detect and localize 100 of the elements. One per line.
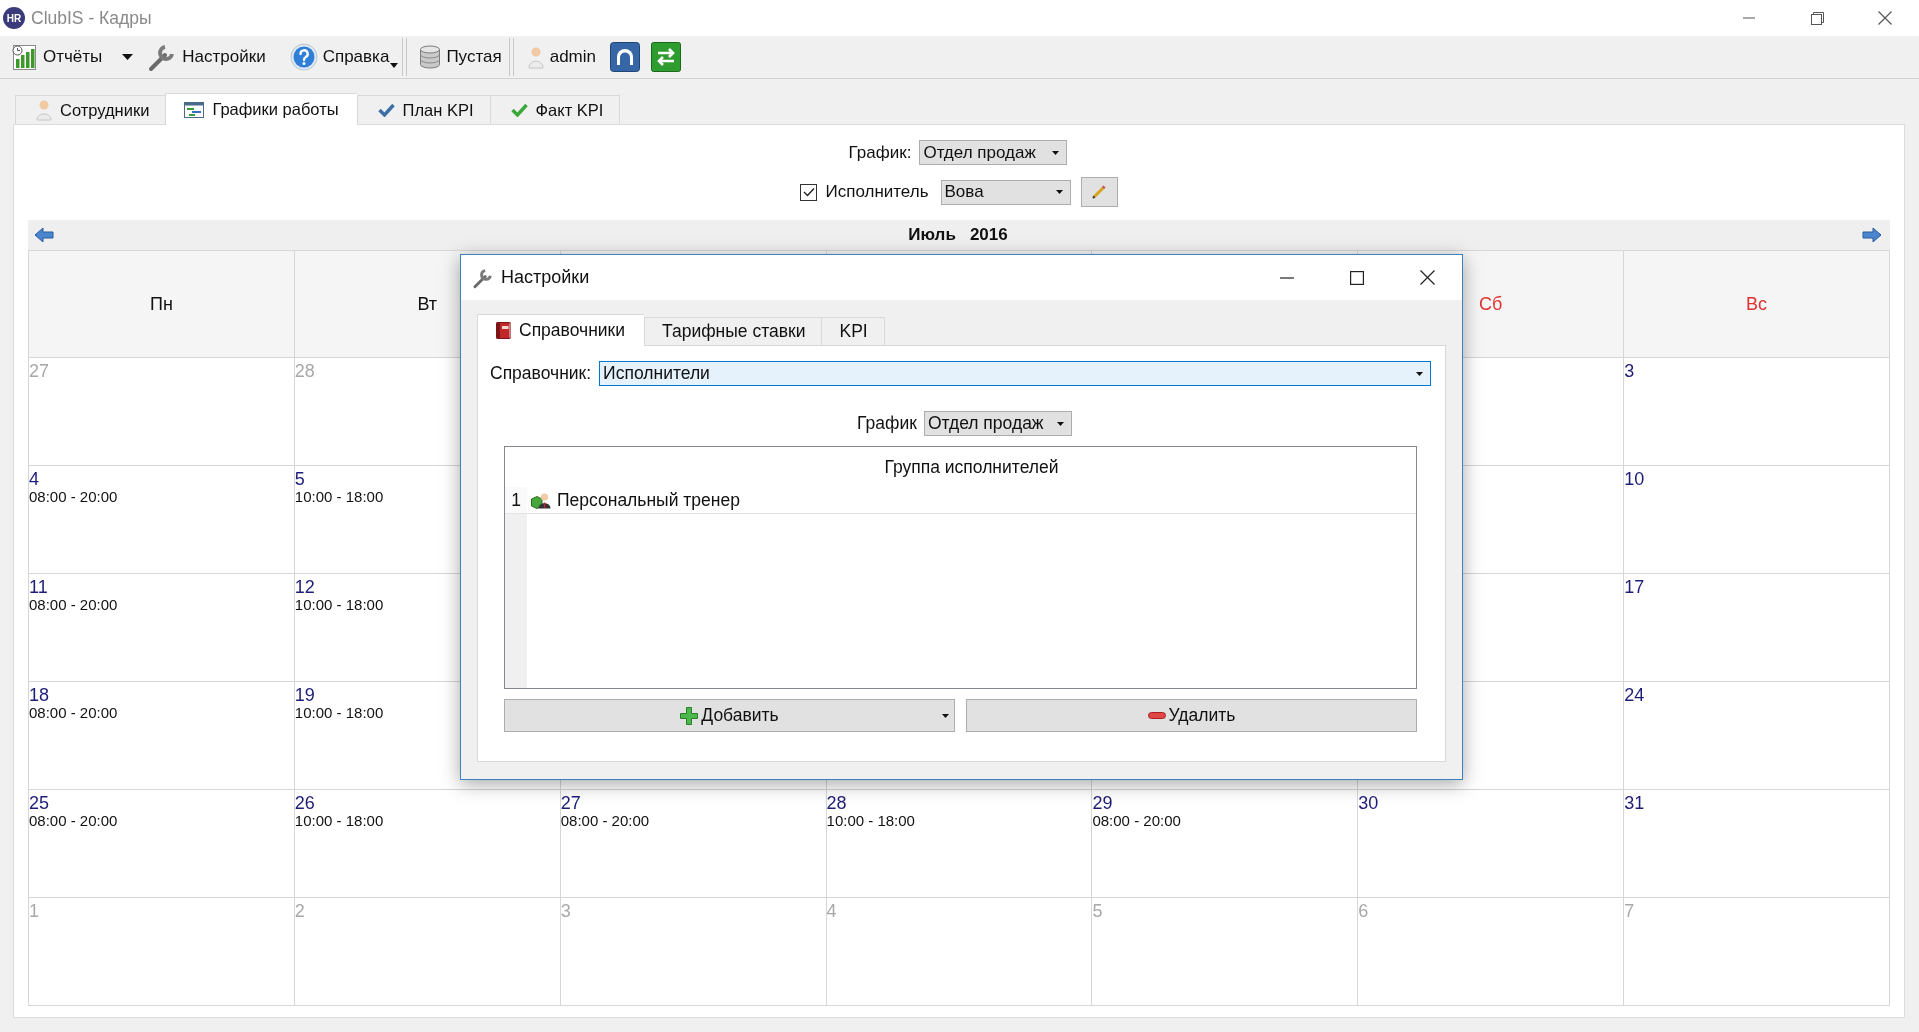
day-number: 28 bbox=[294, 362, 315, 381]
shift-time: 10:00 - 18:00 bbox=[826, 813, 915, 829]
shift-time: 10:00 - 18:00 bbox=[294, 705, 384, 721]
day-number: 3 bbox=[1624, 362, 1635, 381]
arrows-icon[interactable] bbox=[651, 42, 681, 72]
day-number: 30 bbox=[1358, 794, 1379, 813]
checkbox-label: Исполнитель bbox=[825, 182, 929, 202]
add-button[interactable]: Добавить bbox=[504, 699, 955, 732]
app-logo: HR bbox=[3, 7, 25, 29]
day-number: 17 bbox=[1624, 578, 1645, 597]
help-button[interactable]: Справка bbox=[285, 39, 400, 75]
day-cell[interactable]: 27 08:00 - 20:00 bbox=[560, 790, 827, 898]
shift-time: 08:00 - 20:00 bbox=[29, 813, 118, 829]
user-name: admin bbox=[549, 47, 596, 67]
window-title: ClubIS - Кадры bbox=[31, 7, 152, 29]
day-cell[interactable]: 25 08:00 - 20:00 bbox=[29, 790, 295, 898]
tab[interactable]: Справочники bbox=[477, 314, 645, 346]
bar-chart-icon bbox=[10, 43, 38, 71]
day-number: 6 bbox=[1358, 902, 1369, 921]
day-number: 7 bbox=[1624, 902, 1635, 921]
dropdown[interactable]: Исполнители bbox=[599, 361, 1431, 386]
tab[interactable]: Графики работы bbox=[165, 93, 357, 125]
close-icon[interactable] bbox=[1878, 11, 1892, 25]
shift-time: 08:00 - 20:00 bbox=[29, 705, 118, 721]
caret-icon bbox=[390, 63, 399, 68]
day-number: 28 bbox=[826, 794, 847, 813]
shift-time: 08:00 - 20:00 bbox=[560, 813, 650, 829]
day-cell[interactable]: 3 bbox=[1624, 358, 1890, 466]
day-number: 2 bbox=[294, 902, 305, 921]
arrow-right-icon[interactable] bbox=[1862, 227, 1882, 243]
weekday-label: Пн bbox=[149, 293, 173, 315]
day-cell[interactable]: 31 bbox=[1624, 790, 1890, 898]
field-label: График: bbox=[848, 142, 912, 163]
arrow-left-icon[interactable] bbox=[34, 227, 54, 243]
checkmark-icon bbox=[377, 103, 395, 117]
day-number: 5 bbox=[294, 470, 305, 489]
plus-icon bbox=[680, 706, 699, 725]
day-number: 26 bbox=[294, 794, 315, 813]
dropdown[interactable]: Отдел продаж bbox=[923, 411, 1072, 436]
person-icon bbox=[36, 99, 52, 121]
weekday-label: Сб bbox=[1479, 293, 1503, 315]
day-cell[interactable]: 26 10:00 - 18:00 bbox=[294, 790, 561, 898]
maximize-icon[interactable] bbox=[1350, 270, 1364, 285]
dropdown[interactable]: Отдел продаж bbox=[919, 140, 1068, 165]
month-label: Июль bbox=[908, 225, 956, 245]
tab[interactable]: Сотрудники bbox=[15, 95, 166, 124]
book-icon bbox=[496, 322, 511, 339]
dialog-title: Настройки bbox=[501, 267, 590, 288]
day-number: 3 bbox=[560, 902, 571, 921]
day-number: 12 bbox=[294, 578, 315, 597]
delete-button[interactable]: Удалить bbox=[966, 699, 1417, 732]
caret-icon bbox=[1055, 190, 1063, 194]
user-icon bbox=[527, 45, 544, 69]
caret-icon[interactable] bbox=[942, 714, 949, 718]
day-cell[interactable]: 18 08:00 - 20:00 bbox=[29, 682, 295, 790]
day-number: 1 bbox=[29, 902, 39, 921]
day-number: 25 bbox=[29, 794, 50, 813]
day-number: 5 bbox=[1092, 902, 1103, 921]
tab[interactable]: План KPI bbox=[356, 95, 490, 124]
day-number: 19 bbox=[294, 686, 315, 705]
column-header: Группа исполнителей bbox=[884, 456, 1059, 478]
checkmark-icon bbox=[510, 103, 528, 117]
tab[interactable]: Тарифные ставки bbox=[644, 317, 822, 345]
wrench-icon bbox=[472, 266, 494, 289]
restore-icon[interactable] bbox=[1810, 11, 1824, 25]
person-icon bbox=[531, 491, 551, 509]
checkbox[interactable] bbox=[800, 183, 818, 201]
database-icon bbox=[419, 45, 442, 69]
day-cell[interactable]: 24 bbox=[1624, 682, 1890, 790]
pencil-icon bbox=[1092, 185, 1107, 199]
day-number: 10 bbox=[1624, 470, 1645, 489]
arch-icon[interactable] bbox=[610, 42, 640, 72]
caret-icon bbox=[1052, 150, 1060, 155]
weekday-label: Вс bbox=[1746, 293, 1768, 315]
shift-time: 10:00 - 18:00 bbox=[294, 597, 384, 613]
database-button[interactable]: Пустая bbox=[415, 39, 506, 75]
day-number: 29 bbox=[1092, 794, 1113, 813]
minimize-icon[interactable] bbox=[1280, 276, 1294, 279]
day-cell[interactable]: 28 10:00 - 18:00 bbox=[826, 790, 1093, 898]
day-number: 4 bbox=[826, 902, 837, 921]
tab[interactable]: Факт KPI bbox=[489, 95, 621, 124]
caret-icon[interactable] bbox=[122, 54, 134, 60]
tab[interactable]: KPI bbox=[821, 317, 885, 345]
dropdown[interactable]: Вова bbox=[940, 179, 1071, 205]
close-icon[interactable] bbox=[1419, 270, 1435, 285]
day-number: 4 bbox=[29, 470, 39, 489]
settings-button[interactable]: Настройки bbox=[143, 39, 270, 75]
day-cell[interactable]: 17 bbox=[1624, 574, 1890, 682]
day-number: 31 bbox=[1624, 794, 1645, 813]
day-number: 18 bbox=[29, 686, 50, 705]
field-label: График bbox=[857, 413, 917, 434]
day-cell[interactable]: 29 08:00 - 20:00 bbox=[1092, 790, 1359, 898]
day-cell[interactable]: 11 08:00 - 20:00 bbox=[29, 574, 295, 682]
reports-button[interactable]: Отчёты bbox=[6, 39, 107, 75]
day-cell[interactable]: 30 bbox=[1358, 790, 1625, 898]
shift-time: 10:00 - 18:00 bbox=[294, 813, 384, 829]
day-cell[interactable]: 10 bbox=[1624, 466, 1890, 574]
minus-icon bbox=[1147, 712, 1166, 719]
day-cell[interactable]: 4 08:00 - 20:00 bbox=[29, 466, 295, 574]
shift-time: 08:00 - 20:00 bbox=[29, 597, 118, 613]
